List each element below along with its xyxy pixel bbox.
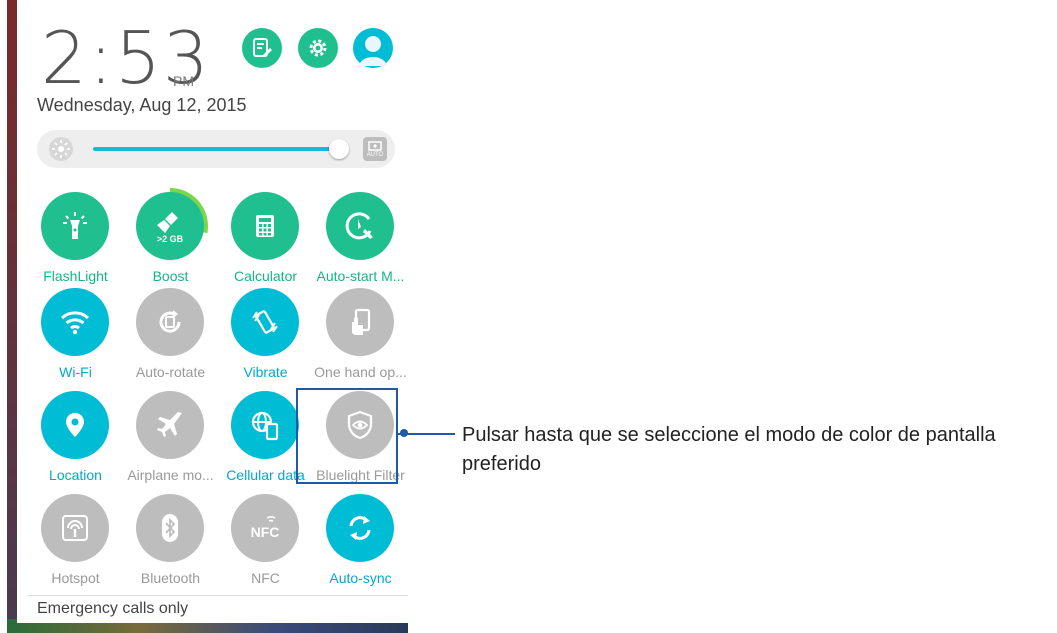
tile-label: Location (49, 467, 102, 483)
tile-boost[interactable]: >2 GB Boost (123, 188, 218, 287)
tile-label: One hand op... (314, 364, 407, 380)
wallpaper-edge-left (7, 0, 17, 633)
callout-highlight-box (296, 388, 398, 484)
cellular-data-icon (251, 411, 279, 441)
quick-memo-button[interactable] (242, 28, 282, 68)
tile-wifi[interactable]: Wi-Fi (28, 288, 123, 383)
gear-icon (309, 39, 327, 57)
tile-vibrate[interactable]: Vibrate (218, 288, 313, 383)
tile-label: Auto-sync (329, 570, 392, 586)
emergency-status: Emergency calls only (37, 600, 189, 617)
sync-icon (349, 516, 371, 540)
auto-brightness-icon (368, 141, 382, 151)
flashlight-icon (63, 212, 87, 239)
tile-label: Bluetooth (140, 570, 201, 586)
tile-label: Wi-Fi (59, 364, 92, 380)
tile-nfc[interactable]: NFC NFC (218, 494, 313, 589)
bluetooth-icon (162, 514, 178, 542)
brightness-track (93, 147, 337, 151)
tile-bluetooth[interactable]: Bluetooth (123, 494, 218, 589)
location-pin-icon (66, 413, 84, 437)
svg-text:NFC: NFC (251, 524, 280, 540)
tile-label: Vibrate (243, 364, 288, 380)
tile-label: Auto-rotate (135, 364, 206, 380)
vibrate-icon (252, 310, 278, 334)
rotate-icon (159, 310, 181, 333)
broom-icon: >2 GB (157, 212, 184, 244)
callout-text: Pulsar hasta que se seleccione el modo d… (462, 424, 996, 475)
tile-label: Auto-start M... (316, 268, 405, 284)
callout-line (398, 433, 455, 435)
tile-airplane-mode[interactable]: Airplane mo... (123, 391, 218, 486)
tile-calculator[interactable]: Calculator (218, 192, 313, 287)
boost-badge: >2 GB (157, 234, 184, 244)
calculator-icon (256, 215, 274, 237)
tile-hotspot[interactable]: Hotspot (28, 494, 123, 589)
avatar-icon (359, 36, 387, 66)
quick-settings-panel: 2:53 PM Wednesday, Aug 12, 2015 AUTO Fla… (17, 0, 408, 623)
notes-icon (253, 38, 272, 57)
user-avatar-button[interactable] (353, 28, 393, 68)
tile-label: Boost (152, 268, 189, 284)
tile-one-hand-operation[interactable]: One hand op... (313, 288, 408, 383)
wifi-icon (60, 311, 90, 335)
tile-label: Hotspot (51, 570, 100, 586)
brightness-icon (49, 137, 73, 161)
tile-auto-rotate[interactable]: Auto-rotate (123, 288, 218, 383)
brightness-thumb[interactable] (329, 139, 349, 159)
settings-button[interactable] (298, 28, 338, 68)
date-label: Wednesday, Aug 12, 2015 (37, 95, 247, 115)
tile-label: FlashLight (43, 268, 108, 284)
auto-brightness-label: AUTO (366, 152, 384, 158)
brightness-slider[interactable]: AUTO (37, 130, 395, 168)
tile-auto-start-manager[interactable]: Auto-start M... (313, 192, 408, 287)
hotspot-icon (62, 515, 88, 541)
clock-ampm: PM (173, 73, 194, 89)
airplane-icon (157, 412, 182, 437)
tile-auto-sync[interactable]: Auto-sync (313, 494, 408, 589)
phone-screen: 2:53 PM Wednesday, Aug 12, 2015 AUTO Fla… (7, 0, 408, 633)
auto-start-icon (345, 212, 373, 240)
tile-label: Airplane mo... (127, 467, 214, 483)
footer-divider (27, 595, 408, 596)
tile-location[interactable]: Location (28, 391, 123, 486)
tile-label: Calculator (233, 268, 298, 284)
tile-flashlight[interactable]: FlashLight (28, 192, 123, 287)
auto-brightness-button[interactable]: AUTO (363, 137, 387, 161)
one-hand-icon (352, 308, 371, 335)
nfc-icon: NFC (251, 516, 280, 540)
tile-label: NFC (251, 570, 280, 586)
